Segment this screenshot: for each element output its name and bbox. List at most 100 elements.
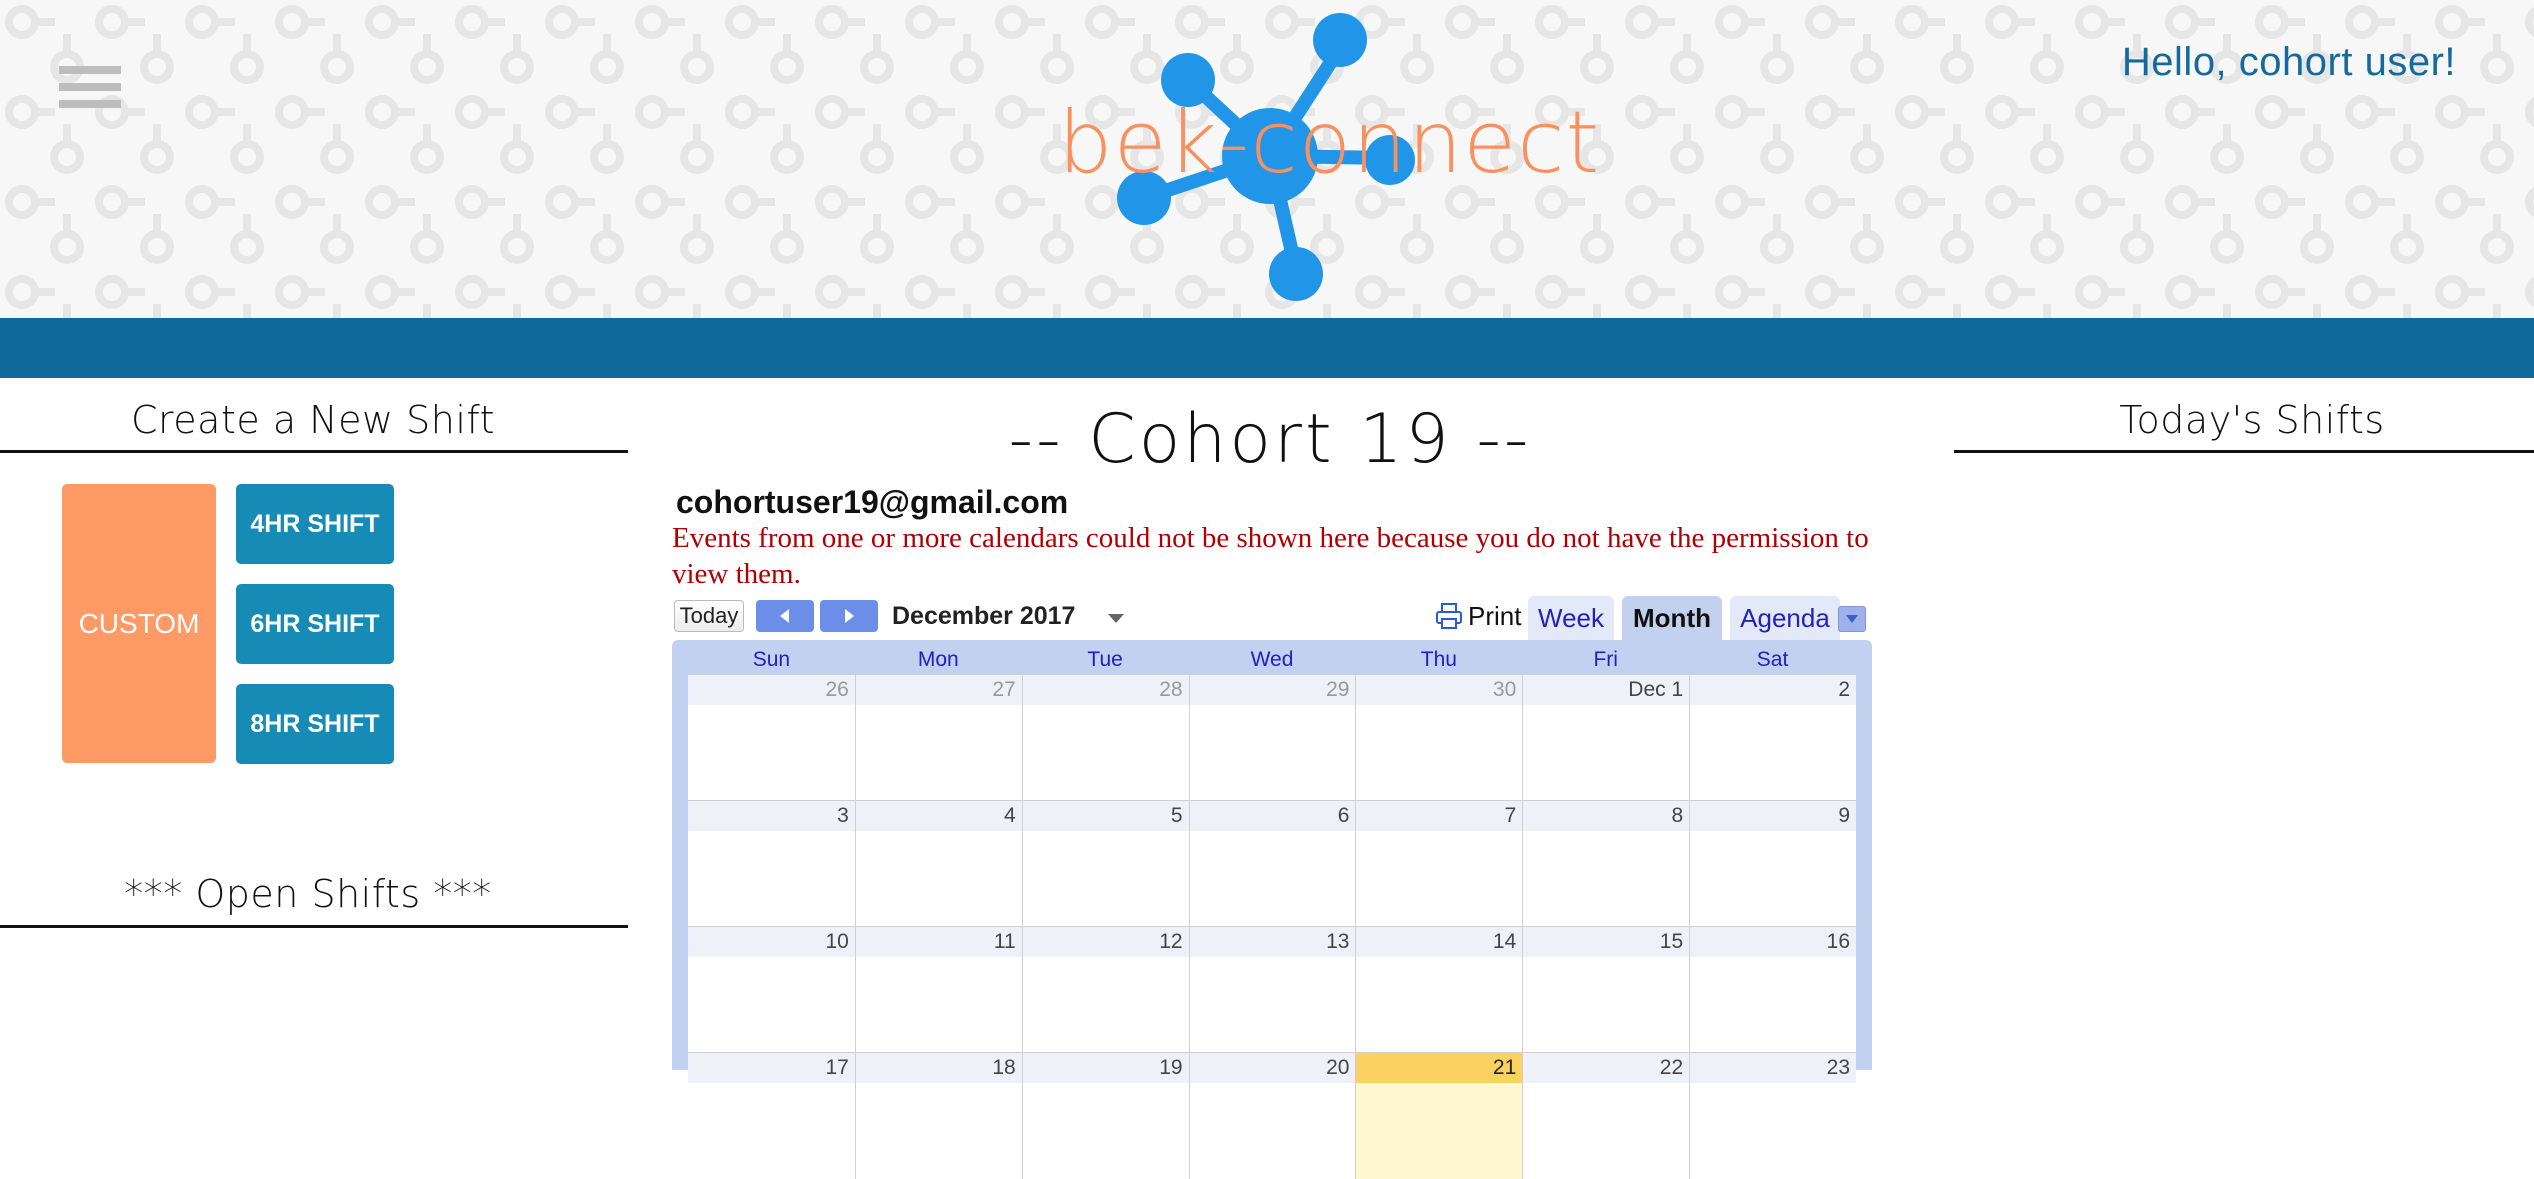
tab-agenda[interactable]: Agenda bbox=[1730, 596, 1840, 640]
day-number[interactable]: 8 bbox=[1523, 801, 1690, 831]
calendar-day-cell[interactable]: Dec 1 bbox=[1522, 675, 1690, 801]
calendar-day-cell[interactable]: 4 bbox=[854, 801, 1022, 927]
calendar-day-cell[interactable]: 13 bbox=[1188, 927, 1356, 1053]
day-of-week-header: Sun Mon Tue Wed Thu Fri Sat bbox=[688, 648, 1856, 674]
chevron-left-icon bbox=[780, 609, 789, 623]
day-of-week-mon: Mon bbox=[917, 648, 959, 671]
calendar-toolbar: Today December 2017 Print Week Month Age… bbox=[672, 596, 1872, 640]
day-number[interactable]: 4 bbox=[855, 801, 1022, 831]
day-number[interactable]: 10 bbox=[688, 927, 855, 957]
create-shift-divider bbox=[0, 450, 628, 453]
today-button[interactable]: Today bbox=[674, 600, 744, 632]
calendar-day-cell[interactable]: 14 bbox=[1355, 927, 1523, 1053]
todays-shifts-heading: Today's Shifts bbox=[2119, 398, 2385, 442]
calendar-week-row: 17 18 19 20 21 22 23 bbox=[688, 1052, 1856, 1179]
day-number[interactable]: 14 bbox=[1356, 927, 1523, 957]
day-number[interactable]: 6 bbox=[1189, 801, 1356, 831]
calendar-day-cell[interactable]: 22 bbox=[1522, 1053, 1690, 1179]
site-header: bek-connect Hello, cohort user! bbox=[0, 0, 2534, 318]
day-number[interactable]: 17 bbox=[688, 1053, 855, 1083]
day-number[interactable]: 22 bbox=[1523, 1053, 1690, 1083]
day-number[interactable]: 3 bbox=[688, 801, 855, 831]
day-number[interactable]: 15 bbox=[1523, 927, 1690, 957]
calendar-day-cell[interactable]: 29 bbox=[1188, 675, 1356, 801]
calendar-day-cell[interactable]: 27 bbox=[854, 675, 1022, 801]
todays-shifts-divider bbox=[1954, 450, 2534, 453]
calendar-day-cell[interactable]: 15 bbox=[1522, 927, 1690, 1053]
view-options-dropdown[interactable] bbox=[1838, 606, 1866, 632]
day-of-week-sun: Sun bbox=[752, 648, 791, 671]
day-number[interactable]: 29 bbox=[1189, 675, 1356, 705]
calendar-day-cell-today[interactable]: 21 bbox=[1355, 1053, 1523, 1179]
next-month-button[interactable] bbox=[820, 600, 878, 632]
logo-text[interactable]: bek-connect bbox=[1058, 100, 1600, 186]
8hr-shift-button[interactable]: 8HR SHIFT bbox=[236, 684, 394, 764]
calendar-day-cell[interactable]: 6 bbox=[1188, 801, 1356, 927]
calendar-day-cell[interactable]: 2 bbox=[1689, 675, 1856, 801]
day-number[interactable]: 7 bbox=[1356, 801, 1523, 831]
day-of-week-fri: Fri bbox=[1593, 648, 1618, 671]
cohort-title: -- Cohort 19 -- bbox=[1008, 400, 1532, 479]
open-shifts-heading: *** Open Shifts *** bbox=[124, 872, 492, 916]
day-number[interactable]: 23 bbox=[1690, 1053, 1856, 1083]
tab-month[interactable]: Month bbox=[1622, 596, 1722, 640]
triangle-down-icon bbox=[1846, 615, 1858, 623]
current-month-label: December 2017 bbox=[892, 602, 1076, 630]
day-of-week-wed: Wed bbox=[1250, 648, 1294, 671]
calendar-day-cell[interactable]: 17 bbox=[688, 1053, 855, 1179]
hamburger-menu-icon[interactable] bbox=[59, 66, 121, 118]
print-label: Print bbox=[1468, 600, 1522, 631]
month-picker-dropdown-icon[interactable] bbox=[1104, 606, 1128, 630]
6hr-shift-button[interactable]: 6HR SHIFT bbox=[236, 584, 394, 664]
printer-icon bbox=[1436, 603, 1462, 629]
calendar-day-cell[interactable]: 18 bbox=[854, 1053, 1022, 1179]
calendar-day-cell[interactable]: 19 bbox=[1021, 1053, 1189, 1179]
chevron-right-icon bbox=[845, 609, 854, 623]
calendar-day-cell[interactable]: 5 bbox=[1021, 801, 1189, 927]
day-number[interactable]: 18 bbox=[855, 1053, 1022, 1083]
calendar-day-cell[interactable]: 23 bbox=[1689, 1053, 1856, 1179]
day-number[interactable]: 30 bbox=[1356, 675, 1523, 705]
calendar-day-cell[interactable]: 20 bbox=[1188, 1053, 1356, 1179]
calendar-week-row: 3456789 bbox=[688, 800, 1856, 927]
day-of-week-thu: Thu bbox=[1420, 648, 1457, 671]
calendar-week-row: 26 27 28 29 30 Dec 12 bbox=[688, 674, 1856, 801]
custom-shift-button[interactable]: CUSTOM bbox=[62, 484, 216, 763]
user-greeting: Hello, cohort user! bbox=[2121, 40, 2456, 84]
create-shift-heading: Create a New Shift bbox=[130, 398, 496, 442]
calendar-day-cell[interactable]: 8 bbox=[1522, 801, 1690, 927]
day-number[interactable]: 26 bbox=[688, 675, 855, 705]
calendar-day-cell[interactable]: 26 bbox=[688, 675, 855, 801]
day-number[interactable]: 21 bbox=[1356, 1053, 1523, 1083]
day-number[interactable]: 11 bbox=[855, 927, 1022, 957]
calendar-day-cell[interactable]: 10 bbox=[688, 927, 855, 1053]
day-number[interactable]: 28 bbox=[1022, 675, 1189, 705]
calendar-day-cell[interactable]: 9 bbox=[1689, 801, 1856, 927]
day-number[interactable]: 16 bbox=[1690, 927, 1856, 957]
4hr-shift-button[interactable]: 4HR SHIFT bbox=[236, 484, 394, 564]
month-grid: 26 27 28 29 30 Dec 1 2 3 4 5 6 7 8 9 10 11 12 13 14 15 16 17 1… bbox=[688, 674, 1856, 1179]
day-number[interactable]: 20 bbox=[1189, 1053, 1356, 1083]
calendar-day-cell[interactable]: 16 bbox=[1689, 927, 1856, 1053]
calendar-permission-error: Events from one or more calendars could … bbox=[672, 522, 1869, 590]
calendar-owner-email: cohortuser19@gmail.com bbox=[676, 484, 1069, 520]
print-button[interactable]: Print bbox=[1434, 598, 1521, 634]
calendar-day-cell[interactable]: 3 bbox=[688, 801, 855, 927]
calendar-day-cell[interactable]: 28 bbox=[1021, 675, 1189, 801]
day-number[interactable]: 12 bbox=[1022, 927, 1189, 957]
calendar-day-cell[interactable]: 30 bbox=[1355, 675, 1523, 801]
calendar-day-cell[interactable]: 12 bbox=[1021, 927, 1189, 1053]
day-number[interactable]: 9 bbox=[1690, 801, 1856, 831]
day-number[interactable]: Dec 1 bbox=[1523, 675, 1690, 705]
previous-month-button[interactable] bbox=[756, 600, 814, 632]
day-number[interactable]: 27 bbox=[855, 675, 1022, 705]
tab-week[interactable]: Week bbox=[1528, 596, 1614, 640]
day-number[interactable]: 2 bbox=[1690, 675, 1856, 705]
day-of-week-sat: Sat bbox=[1756, 648, 1789, 671]
day-number[interactable]: 19 bbox=[1022, 1053, 1189, 1083]
calendar-day-cell[interactable]: 11 bbox=[854, 927, 1022, 1053]
calendar-day-cell[interactable]: 7 bbox=[1355, 801, 1523, 927]
calendar-week-row: 10 11 12 13 14 15 16 bbox=[688, 926, 1856, 1053]
day-number[interactable]: 5 bbox=[1022, 801, 1189, 831]
day-number[interactable]: 13 bbox=[1189, 927, 1356, 957]
